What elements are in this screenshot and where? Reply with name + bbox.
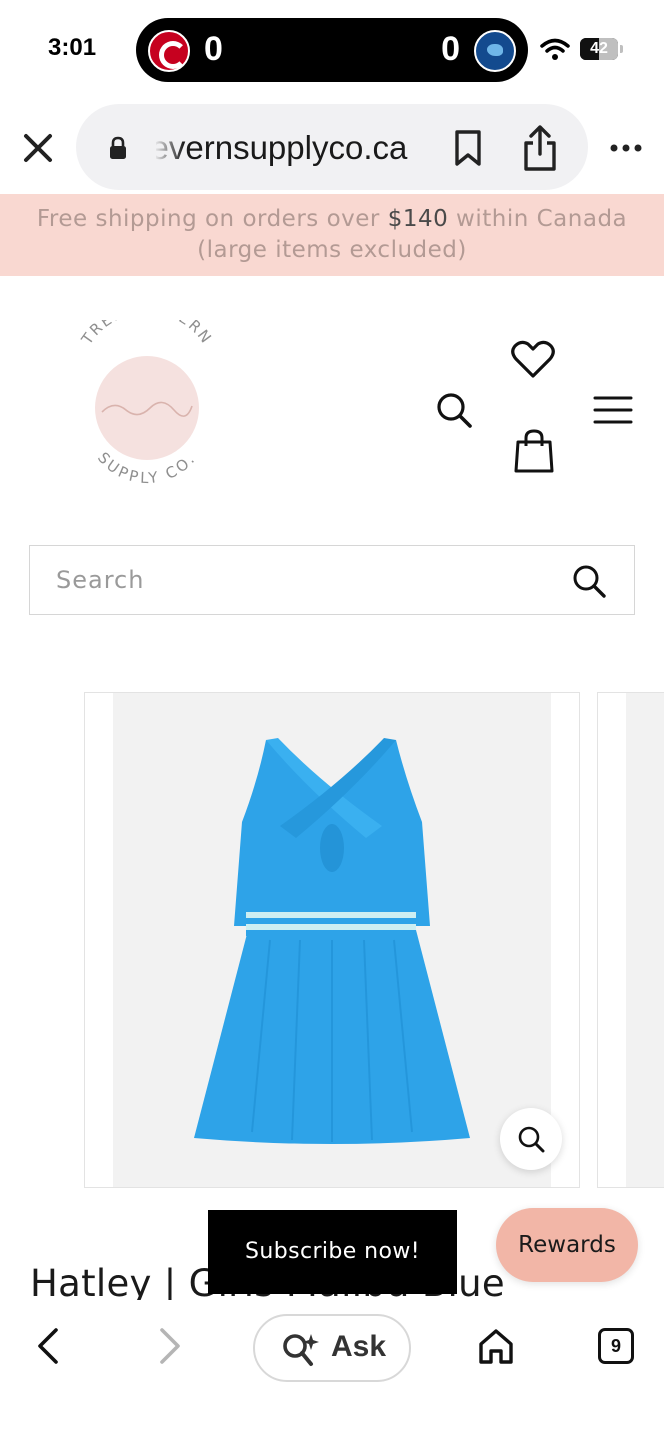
store-logo[interactable]: TRENT-SEVERN SUPPLY CO. bbox=[62, 320, 232, 500]
share-icon[interactable] bbox=[520, 124, 560, 172]
search-icon[interactable] bbox=[434, 390, 474, 430]
heart-icon[interactable] bbox=[510, 338, 556, 380]
away-score: 0 bbox=[441, 30, 460, 68]
more-icon[interactable] bbox=[606, 136, 646, 160]
menu-icon[interactable] bbox=[592, 394, 634, 426]
search-submit-icon[interactable] bbox=[570, 562, 608, 600]
sparkle-search-icon bbox=[283, 1334, 319, 1366]
rewards-button[interactable]: Rewards bbox=[496, 1208, 638, 1282]
url-text: trentsevernsupplyco.ca bbox=[156, 129, 408, 166]
close-icon[interactable] bbox=[18, 128, 58, 168]
status-time: 3:01 bbox=[48, 34, 97, 61]
ask-label: Ask bbox=[331, 1330, 387, 1363]
live-activity-scoreboard[interactable]: 0 0 bbox=[136, 18, 528, 82]
reds-logo-icon bbox=[148, 30, 190, 72]
address-bar[interactable]: trentsevernsupplyco.ca bbox=[76, 104, 588, 190]
home-icon[interactable] bbox=[476, 1326, 516, 1366]
home-score: 0 bbox=[204, 30, 223, 68]
svg-text:TRENT-SEVERN: TRENT-SEVERN bbox=[77, 320, 216, 349]
bag-icon[interactable] bbox=[512, 428, 556, 474]
bookmark-icon[interactable] bbox=[450, 128, 486, 168]
battery-icon: 42 bbox=[580, 38, 618, 60]
blue-jays-logo-icon bbox=[474, 30, 516, 72]
status-icons: 42 bbox=[540, 36, 632, 64]
browser-toolbar: Ask 9 bbox=[0, 1300, 664, 1440]
subscribe-button[interactable]: Subscribe now! bbox=[208, 1210, 457, 1294]
back-icon[interactable] bbox=[34, 1326, 62, 1366]
search-field[interactable] bbox=[29, 545, 635, 615]
image-zoom-button[interactable] bbox=[500, 1108, 562, 1170]
wifi-icon bbox=[540, 38, 570, 60]
lock-icon bbox=[110, 136, 126, 159]
product-dress-image bbox=[194, 738, 470, 1144]
product-image-next[interactable] bbox=[597, 692, 664, 1188]
search-input[interactable] bbox=[56, 560, 556, 600]
tabs-button[interactable]: 9 bbox=[598, 1328, 634, 1364]
forward-icon[interactable] bbox=[156, 1326, 184, 1366]
shipping-announcement: Free shipping on orders over $140 within… bbox=[0, 194, 664, 276]
battery-level: 42 bbox=[590, 40, 608, 57]
zoom-icon bbox=[518, 1126, 545, 1153]
shipping-threshold: $140 bbox=[387, 206, 449, 232]
ask-button[interactable]: Ask bbox=[253, 1314, 411, 1382]
